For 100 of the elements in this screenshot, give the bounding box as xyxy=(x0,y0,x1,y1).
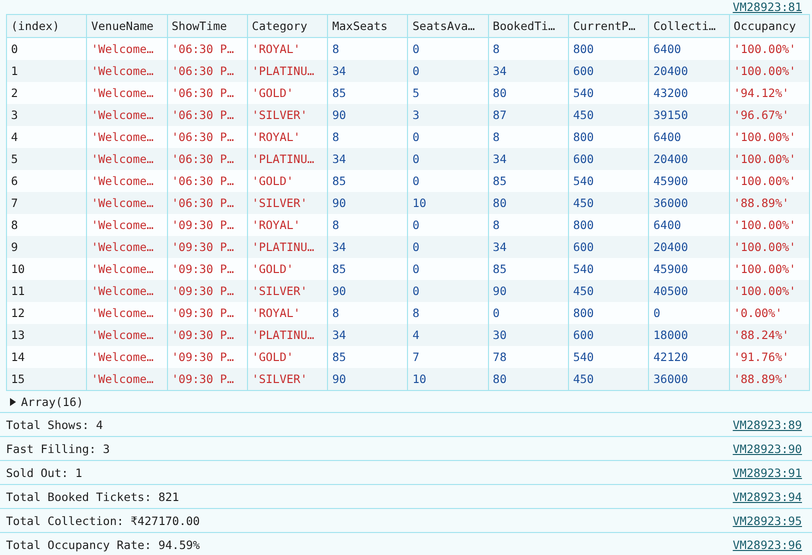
table-cell: 600 xyxy=(568,324,649,346)
table-cell: 8 xyxy=(488,38,569,60)
table-cell: '100.00%' xyxy=(729,60,810,82)
table-cell: 540 xyxy=(568,258,649,280)
table-cell: 'Welcome… xyxy=(86,302,168,324)
table-cell: 8 xyxy=(6,214,87,236)
table-cell: 30 xyxy=(488,324,569,346)
table-cell: '100.00%' xyxy=(729,170,810,192)
table-cell: 8 xyxy=(328,214,408,236)
column-header[interactable]: VenueName xyxy=(86,14,168,38)
table-cell: 5 xyxy=(408,82,488,104)
table-cell: '06:30 P… xyxy=(167,126,248,148)
table-cell: 4 xyxy=(408,324,488,346)
table-cell: '09:30 P… xyxy=(167,280,248,302)
table-cell: 'GOLD' xyxy=(247,258,328,280)
table-cell: 'PLATINU… xyxy=(247,236,328,258)
table-cell: 0 xyxy=(408,38,488,60)
table-cell: 'Welcome… xyxy=(86,346,168,368)
table-cell: 34 xyxy=(328,148,408,170)
source-link[interactable]: VM28923:94 xyxy=(732,490,802,504)
table-cell: 800 xyxy=(568,38,649,60)
table-cell: 450 xyxy=(568,280,649,302)
table-cell: 'Welcome… xyxy=(86,104,168,126)
column-header[interactable]: ShowTime xyxy=(167,14,248,38)
table-cell: 'SILVER' xyxy=(247,104,328,126)
source-link[interactable]: VM28923:90 xyxy=(732,442,802,456)
column-header[interactable]: Collecti… xyxy=(648,14,730,38)
table-cell: 6400 xyxy=(648,38,730,60)
table-cell: '0.00%' xyxy=(729,302,810,324)
table-cell: '100.00%' xyxy=(729,38,810,60)
table-cell: 34 xyxy=(328,236,408,258)
table-cell: 80 xyxy=(488,82,569,104)
table-cell: 90 xyxy=(328,192,408,214)
table-cell: 0 xyxy=(408,126,488,148)
column-header[interactable]: MaxSeats xyxy=(328,14,408,38)
table-cell: 15 xyxy=(6,368,87,390)
table-cell: 'Welcome… xyxy=(86,324,168,346)
table-cell: 'ROYAL' xyxy=(247,38,328,60)
table-cell: 'ROYAL' xyxy=(247,126,328,148)
table-cell: 14 xyxy=(6,346,87,368)
table-cell: '91.76%' xyxy=(729,346,810,368)
table-cell: 42120 xyxy=(648,346,730,368)
source-link[interactable]: VM28923:95 xyxy=(732,514,802,528)
table-cell: '09:30 P… xyxy=(167,346,248,368)
table-cell: 'PLATINU… xyxy=(247,324,328,346)
table-cell: 2 xyxy=(6,82,87,104)
table-cell: 'GOLD' xyxy=(247,346,328,368)
log-message: Sold Out: 1 xyxy=(6,466,82,480)
column-header[interactable]: CurrentP… xyxy=(568,14,649,38)
table-cell: 43200 xyxy=(648,82,730,104)
table-cell: 800 xyxy=(568,302,649,324)
table-cell: 800 xyxy=(568,126,649,148)
table-cell: 6400 xyxy=(648,214,730,236)
table-cell: '88.24%' xyxy=(729,324,810,346)
table-cell: 34 xyxy=(488,60,569,82)
table-cell: 12 xyxy=(6,302,87,324)
table-cell: 85 xyxy=(488,170,569,192)
table-cell: 85 xyxy=(328,82,408,104)
table-cell: 78 xyxy=(488,346,569,368)
source-link[interactable]: VM28923:89 xyxy=(732,418,802,432)
table-cell: 87 xyxy=(488,104,569,126)
table-cell: '100.00%' xyxy=(729,258,810,280)
table-cell: 34 xyxy=(328,324,408,346)
table-cell: 80 xyxy=(488,192,569,214)
table-cell: 0 xyxy=(408,148,488,170)
table-cell: 3 xyxy=(408,104,488,126)
log-message: Total Occupancy Rate: 94.59% xyxy=(6,538,200,552)
table-cell: '06:30 P… xyxy=(167,192,248,214)
table-cell: 4 xyxy=(6,126,87,148)
table-cell: 85 xyxy=(328,170,408,192)
source-link[interactable]: VM28923:96 xyxy=(732,538,802,552)
source-link[interactable]: VM28923:91 xyxy=(732,466,802,480)
column-header[interactable]: Category xyxy=(247,14,328,38)
column-header[interactable]: SeatsAva… xyxy=(408,14,488,38)
column-header[interactable]: (index) xyxy=(6,14,87,38)
table-cell: '06:30 P… xyxy=(167,60,248,82)
table-cell: 10 xyxy=(408,192,488,214)
table-cell: '06:30 P… xyxy=(167,104,248,126)
table-cell: 800 xyxy=(568,214,649,236)
table-cell: 0 xyxy=(408,60,488,82)
table-cell: 0 xyxy=(408,258,488,280)
table-cell: 'PLATINU… xyxy=(247,148,328,170)
table-cell: 18000 xyxy=(648,324,730,346)
table-cell: 8 xyxy=(328,302,408,324)
table-cell: 1 xyxy=(6,60,87,82)
table-cell: 'GOLD' xyxy=(247,82,328,104)
column-header[interactable]: BookedTi… xyxy=(488,14,569,38)
column-header[interactable]: Occupancy xyxy=(729,14,810,38)
table-cell: '88.89%' xyxy=(729,368,810,390)
table-cell: '100.00%' xyxy=(729,126,810,148)
table-cell: 10 xyxy=(408,368,488,390)
table-cell: 540 xyxy=(568,346,649,368)
table-cell: 90 xyxy=(328,280,408,302)
table-cell: 450 xyxy=(568,104,649,126)
source-link[interactable]: VM28923:81 xyxy=(732,0,802,14)
table-cell: 85 xyxy=(328,258,408,280)
table-cell: 'PLATINU… xyxy=(247,60,328,82)
table-cell: 0 xyxy=(408,170,488,192)
table-cell: 'Welcome… xyxy=(86,126,168,148)
table-cell: 'SILVER' xyxy=(247,192,328,214)
